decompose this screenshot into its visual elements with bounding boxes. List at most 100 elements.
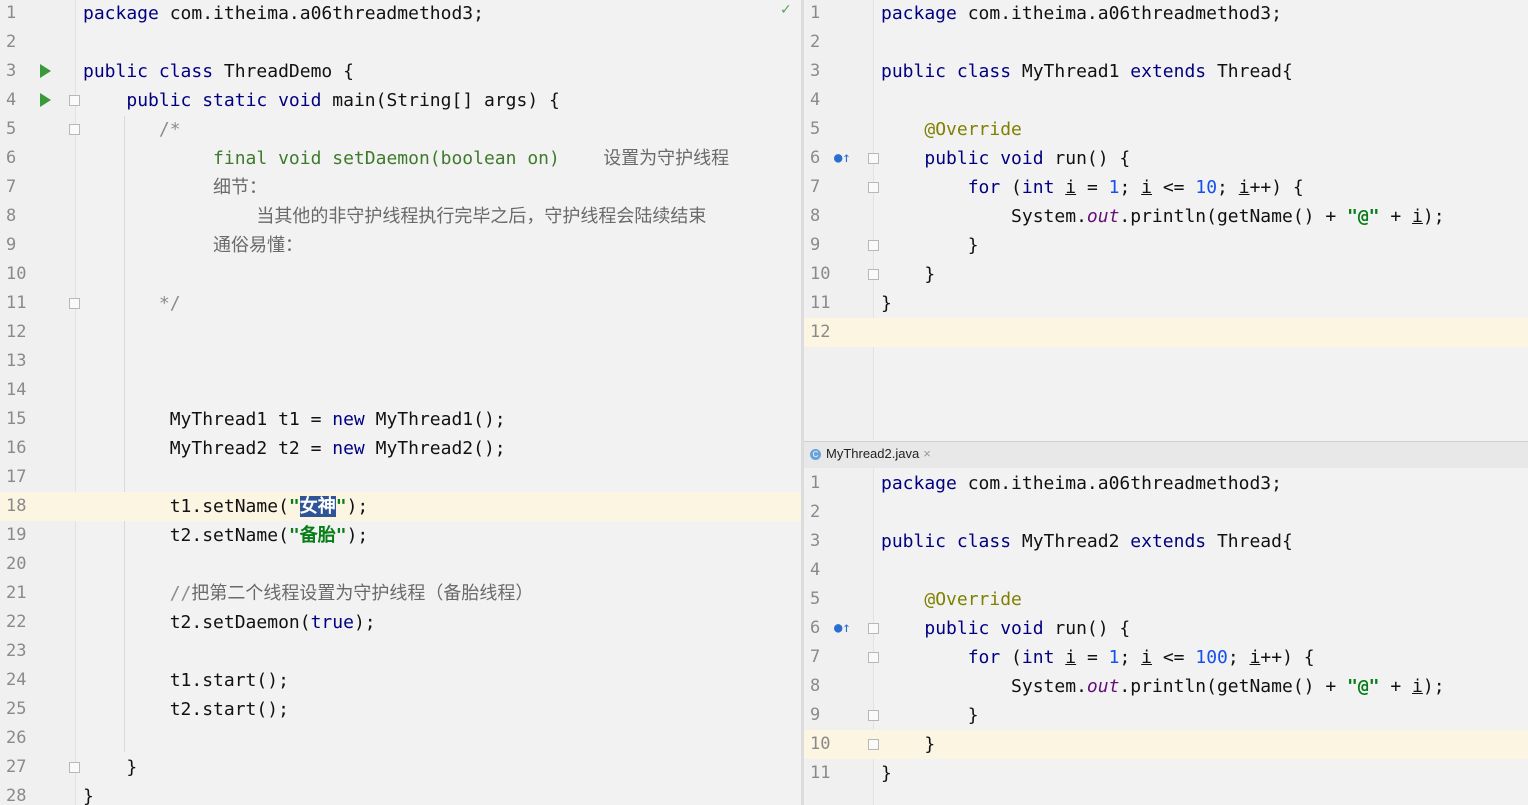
code-line[interactable]: 7 细节： <box>0 173 801 202</box>
code-line[interactable]: 19 t2.setName("备胎"); <box>0 521 801 550</box>
line-number[interactable]: 11 <box>804 289 850 318</box>
line-number[interactable]: 2 <box>0 28 46 57</box>
code-text[interactable]: public class ThreadDemo { <box>83 57 354 86</box>
code-text[interactable]: package com.itheima.a06threadmethod3; <box>881 469 1282 498</box>
code-line[interactable]: 1 package com.itheima.a06threadmethod3; <box>0 0 801 28</box>
fold-marker-icon[interactable] <box>868 240 879 251</box>
code-text[interactable]: @Override <box>881 115 1022 144</box>
code-line[interactable]: 12 <box>804 318 1528 347</box>
code-line[interactable]: 20 <box>0 550 801 579</box>
line-number[interactable]: 8 <box>804 672 850 701</box>
fold-marker-icon[interactable] <box>868 739 879 750</box>
bottom-right-editor[interactable]: 1 package com.itheima.a06threadmethod3; 2 3… <box>804 468 1528 805</box>
line-number[interactable]: 22 <box>0 608 46 637</box>
code-line[interactable]: 11} <box>804 759 1528 788</box>
code-line[interactable]: 21 //把第二个线程设置为守护线程（备胎线程） <box>0 579 801 608</box>
code-line[interactable]: 3 public class ThreadDemo { <box>0 57 801 86</box>
code-line[interactable]: 5 @Override <box>804 585 1528 614</box>
fold-marker-icon[interactable] <box>868 652 879 663</box>
code-line[interactable]: 9 } <box>804 231 1528 260</box>
code-line[interactable]: 11 */ <box>0 289 801 318</box>
line-number[interactable]: 12 <box>0 318 46 347</box>
line-number[interactable]: 5 <box>804 585 850 614</box>
code-text[interactable]: /* <box>83 115 181 144</box>
line-number[interactable]: 9 <box>804 701 850 730</box>
line-number[interactable]: 18 <box>0 492 46 521</box>
code-text[interactable]: t2.start(); <box>83 695 289 724</box>
code-line[interactable]: 10 <box>0 260 801 289</box>
code-text[interactable]: 当其他的非守护线程执行完毕之后，守护线程会陆续结束 <box>83 202 706 231</box>
code-text[interactable]: final void setDaemon(boolean on) 设置为守护线程 <box>83 144 729 173</box>
fold-marker-icon[interactable] <box>868 182 879 193</box>
code-text[interactable]: MyThread2 t2 = new MyThread2(); <box>83 434 506 463</box>
code-line[interactable]: 24 t1.start(); <box>0 666 801 695</box>
left-editor[interactable]: 1 package com.itheima.a06threadmethod3; 2 3… <box>0 0 801 805</box>
code-line[interactable]: 4 <box>804 556 1528 585</box>
code-line[interactable]: 8 当其他的非守护线程执行完毕之后，守护线程会陆续结束 <box>0 202 801 231</box>
line-number[interactable]: 15 <box>0 405 46 434</box>
line-number[interactable]: 21 <box>0 579 46 608</box>
code-text[interactable]: for (int i = 1; i <= 100; i++) { <box>881 643 1315 672</box>
line-number[interactable]: 19 <box>0 521 46 550</box>
line-number[interactable]: 4 <box>804 556 850 585</box>
code-text[interactable]: 细节： <box>83 173 267 202</box>
code-text[interactable]: t2.setName("备胎"); <box>83 521 369 550</box>
code-line[interactable]: 4 <box>804 86 1528 115</box>
code-line[interactable]: 6 ●↑ public void run() { <box>804 614 1528 643</box>
code-text[interactable]: package com.itheima.a06threadmethod3; <box>881 0 1282 28</box>
line-number[interactable]: 9 <box>804 231 850 260</box>
line-number[interactable]: 2 <box>804 498 850 527</box>
code-line[interactable]: 1 package com.itheima.a06threadmethod3; <box>804 469 1528 498</box>
code-text[interactable]: public class MyThread2 extends Thread{ <box>881 527 1293 556</box>
code-text[interactable]: public static void main(String[] args) { <box>83 86 560 115</box>
code-line[interactable]: 1 package com.itheima.a06threadmethod3; <box>804 0 1528 28</box>
code-line[interactable]: 3 public class MyThread2 extends Thread{ <box>804 527 1528 556</box>
code-line[interactable]: 5 @Override <box>804 115 1528 144</box>
line-number[interactable]: 6 <box>0 144 46 173</box>
code-text[interactable]: public void run() { <box>881 614 1130 643</box>
code-text[interactable]: public class MyThread1 extends Thread{ <box>881 57 1293 86</box>
line-number[interactable]: 9 <box>0 231 46 260</box>
code-line[interactable]: 5 /* <box>0 115 801 144</box>
code-text[interactable]: } <box>83 753 137 782</box>
code-text[interactable]: t1.setName("女神"); <box>83 492 368 521</box>
fold-marker-icon[interactable] <box>868 623 879 634</box>
line-number[interactable]: 1 <box>804 0 850 28</box>
line-number[interactable]: 10 <box>0 260 46 289</box>
line-number[interactable]: 25 <box>0 695 46 724</box>
code-line[interactable]: 23 <box>0 637 801 666</box>
code-line[interactable]: 26 <box>0 724 801 753</box>
fold-marker-icon[interactable] <box>868 153 879 164</box>
code-text[interactable]: for (int i = 1; i <= 10; i++) { <box>881 173 1304 202</box>
fold-marker-icon[interactable] <box>868 269 879 280</box>
fold-marker-icon[interactable] <box>69 762 80 773</box>
code-line[interactable]: 16 MyThread2 t2 = new MyThread2(); <box>0 434 801 463</box>
code-text[interactable]: t1.start(); <box>83 666 289 695</box>
fold-marker-icon[interactable] <box>69 298 80 309</box>
line-number[interactable]: 7 <box>804 173 850 202</box>
line-number[interactable]: 27 <box>0 753 46 782</box>
line-number[interactable]: 7 <box>0 173 46 202</box>
line-number[interactable]: 11 <box>0 289 46 318</box>
line-number[interactable]: 17 <box>0 463 46 492</box>
code-text[interactable]: } <box>881 289 892 318</box>
line-number[interactable]: 26 <box>0 724 46 753</box>
code-line[interactable]: 17 <box>0 463 801 492</box>
code-line[interactable]: 9 } <box>804 701 1528 730</box>
top-right-editor[interactable]: 1 package com.itheima.a06threadmethod3; 2 3… <box>804 0 1528 440</box>
code-line[interactable]: 2 <box>0 28 801 57</box>
code-line[interactable]: 10 } <box>804 260 1528 289</box>
override-marker-icon[interactable]: ●↑ <box>834 144 851 173</box>
line-number[interactable]: 28 <box>0 782 46 805</box>
code-text[interactable]: t2.setDaemon(true); <box>83 608 376 637</box>
fold-marker-icon[interactable] <box>69 124 80 135</box>
inspection-ok-icon[interactable]: ✓ <box>780 2 792 18</box>
code-line[interactable]: 14 <box>0 376 801 405</box>
code-line[interactable]: 13 <box>0 347 801 376</box>
code-line[interactable]: 11} <box>804 289 1528 318</box>
line-number[interactable]: 16 <box>0 434 46 463</box>
line-number[interactable]: 8 <box>804 202 850 231</box>
code-line[interactable]: 8 System.out.println(getName() + "@" + i… <box>804 672 1528 701</box>
line-number[interactable]: 10 <box>804 260 850 289</box>
tab-mythread2-java[interactable]: C MyThread2.java × <box>804 441 1528 469</box>
